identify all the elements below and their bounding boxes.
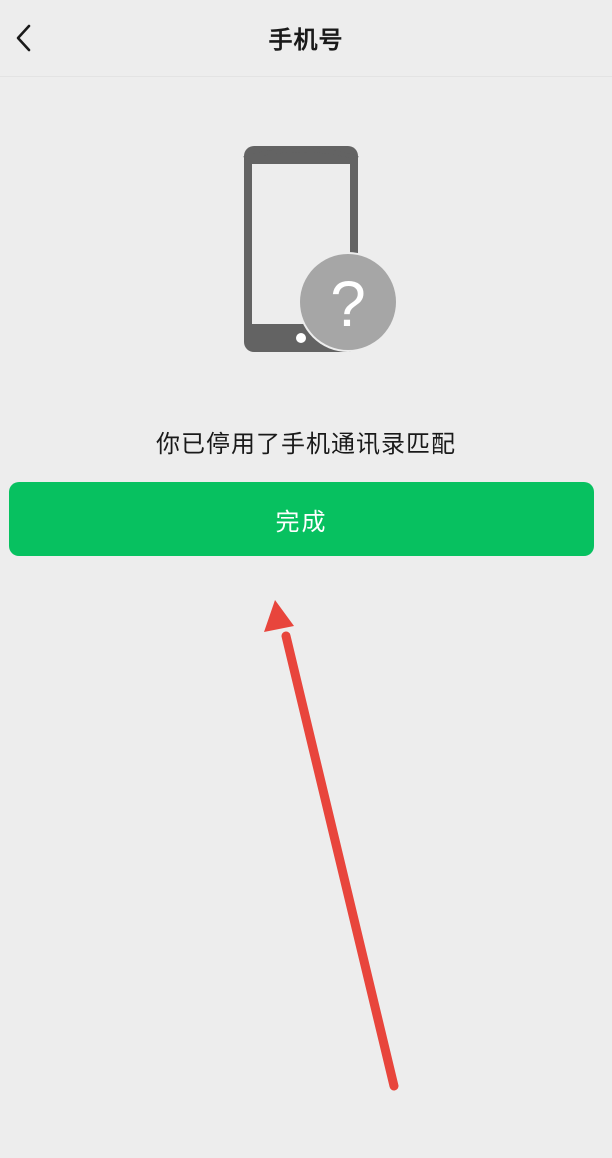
phone-home-button	[296, 333, 306, 343]
phone-with-question-mark-icon: ?	[243, 146, 398, 352]
status-message: 你已停用了手机通讯录匹配	[156, 430, 456, 458]
done-button[interactable]: 完成	[9, 482, 594, 556]
page-title: 手机号	[268, 26, 344, 54]
navigation-bar: 手机号	[0, 0, 612, 77]
question-mark-glyph: ?	[330, 268, 366, 340]
